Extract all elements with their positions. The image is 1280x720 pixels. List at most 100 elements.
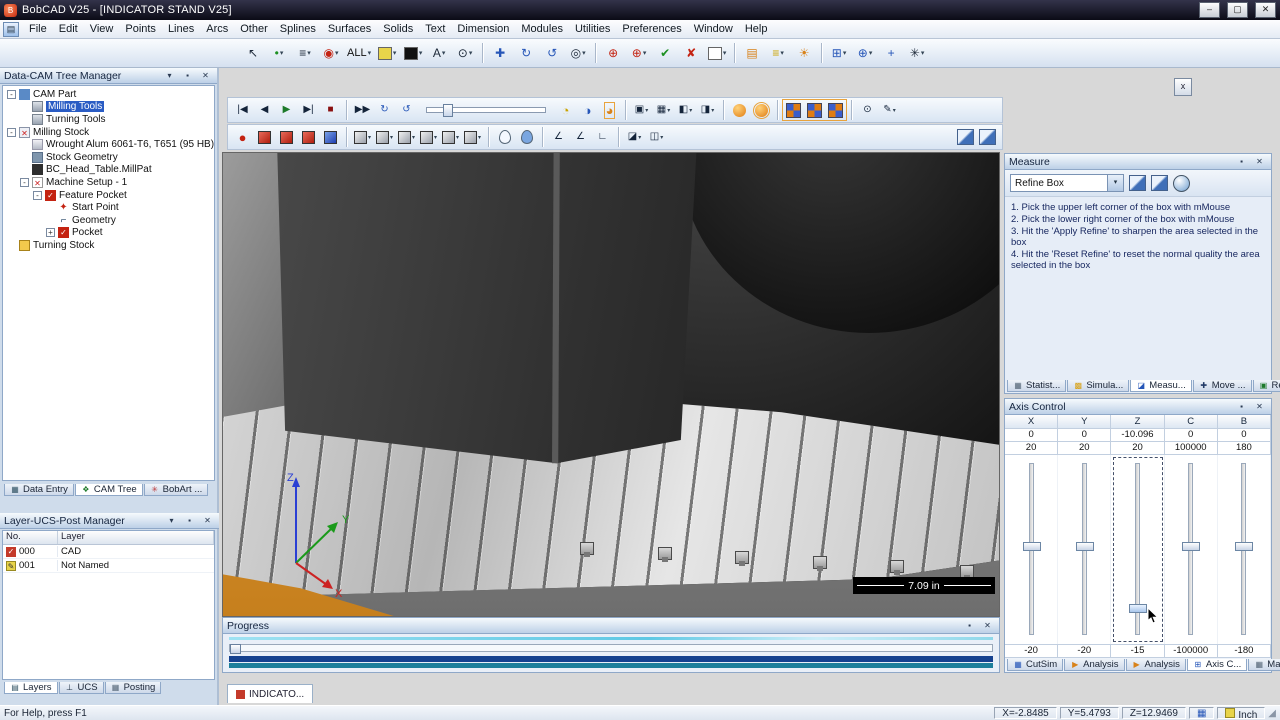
tree-item-geometry[interactable]: ⌐ Geometry [3, 214, 214, 227]
slider-track[interactable] [1235, 463, 1254, 635]
document-tab[interactable]: INDICATO... [227, 684, 314, 703]
slope-measure-button[interactable]: ∠ [570, 127, 591, 147]
show-stock-button[interactable]: ● [232, 127, 253, 147]
menu-surfaces[interactable]: Surfaces [322, 21, 377, 37]
lighting-button[interactable]: ☀ [791, 42, 817, 64]
menu-view[interactable]: View [84, 21, 120, 37]
tab-bobart[interactable]: ✳ BobArt ... [143, 484, 209, 496]
section-plane-button[interactable]: ◫ ▾ [646, 127, 667, 147]
apply-refine-button[interactable] [804, 100, 825, 120]
col-layer[interactable]: Layer [58, 531, 214, 544]
angle-measure-button[interactable]: ∠ [548, 127, 569, 147]
layer-row-000[interactable]: ✓ 000 CAD [3, 545, 214, 559]
view-iso-button[interactable]: ▾ [352, 127, 373, 147]
entity-filter-button[interactable]: ≡ ▾ [292, 42, 318, 64]
go-to-start-button[interactable]: |◀ [232, 100, 253, 120]
accept-button[interactable]: ✔ [652, 42, 678, 64]
pin-icon[interactable]: ▪ [962, 619, 977, 633]
fit-view-button[interactable]: ◎ ▾ [565, 42, 591, 64]
view-top-button[interactable]: ▾ [374, 127, 395, 147]
refine-mode-dropdown[interactable]: Refine Box ▾ [1010, 174, 1124, 192]
pin-icon[interactable]: ▪ [1234, 400, 1249, 414]
tab-cam-tree[interactable]: ❖ CAM Tree [74, 484, 143, 496]
expander[interactable]: - [7, 127, 16, 137]
ucs-origin-button[interactable]: ⊕ [600, 42, 626, 64]
menu-points[interactable]: Points [119, 21, 162, 37]
close-panel-icon[interactable]: ✕ [1252, 400, 1267, 414]
capture-button[interactable] [1173, 174, 1190, 192]
menu-dimension[interactable]: Dimension [451, 21, 515, 37]
coolant-off-button[interactable] [494, 127, 515, 147]
ucs-axes-button[interactable]: ⊕ ▾ [626, 42, 652, 64]
menu-text[interactable]: Text [419, 21, 451, 37]
tree-item-milling-stock[interactable]: - ✕ Milling Stock [3, 126, 214, 139]
coolant-on-button[interactable] [516, 127, 537, 147]
replay-button[interactable]: ↺ [396, 100, 417, 120]
pin-icon[interactable]: ▪ [180, 69, 195, 83]
viewport-3d[interactable]: Z Y X 7.09 in [222, 152, 1000, 617]
speed-slider[interactable] [426, 104, 546, 117]
hatch-button[interactable]: ≡ ▾ [765, 42, 791, 64]
status-units[interactable]: Inch [1217, 707, 1266, 720]
layer-edit-icon[interactable]: ✎ [6, 560, 16, 571]
tab-report[interactable]: ▣Report [1252, 380, 1280, 392]
sim-record-button[interactable]: ▦ ▾ [653, 100, 674, 120]
tab-machine[interactable]: ▦Machi... [1248, 659, 1280, 671]
resize-grip[interactable]: ◢ [1268, 708, 1276, 719]
go-to-end-button[interactable]: ▶| [298, 100, 319, 120]
tool-quality-high-button[interactable] [751, 100, 772, 120]
tab-posting[interactable]: ▦ Posting [104, 682, 162, 694]
speed-slider-handle[interactable] [443, 104, 453, 117]
compare-button[interactable] [955, 127, 976, 147]
expander[interactable]: - [20, 177, 29, 187]
point-snap-button[interactable]: • ▾ [266, 42, 292, 64]
menu-arcs[interactable]: Arcs [200, 21, 234, 37]
tree-item-turning-stock[interactable]: Turning Stock [3, 239, 214, 252]
reset-refine-button[interactable] [1151, 175, 1168, 191]
axis-x-handle[interactable] [1022, 542, 1041, 551]
layer-visible-icon[interactable]: ✓ [6, 546, 16, 557]
entity-snap-button[interactable]: ⊕ ▾ [852, 42, 878, 64]
menu-edit[interactable]: Edit [53, 21, 84, 37]
pan-view-button[interactable]: ✚ [487, 42, 513, 64]
corner-measure-button[interactable]: ∟ [592, 127, 613, 147]
tab-simulation[interactable]: ▩ Simula... [1067, 380, 1130, 392]
inspect-zoom-button[interactable]: ⊙ [857, 100, 878, 120]
target-solid-button[interactable] [320, 127, 341, 147]
slider-track[interactable] [1182, 463, 1201, 635]
minimize-button[interactable]: – [1199, 2, 1220, 18]
slider-track[interactable] [1128, 463, 1147, 635]
play-button[interactable]: ▶ [276, 100, 297, 120]
close-panel-icon[interactable]: ✕ [1252, 155, 1267, 169]
close-panel-icon[interactable]: ✕ [198, 69, 213, 83]
tree-item-milling-tools[interactable]: Milling Tools [3, 101, 214, 114]
tool-quality-low-button[interactable] [729, 100, 750, 120]
menu-splines[interactable]: Splines [274, 21, 322, 37]
apply-refine-button[interactable] [1129, 175, 1146, 191]
axis-y-handle[interactable] [1075, 542, 1094, 551]
tree-item-cam-part[interactable]: - CAM Part [3, 88, 214, 101]
col-no[interactable]: No. [3, 531, 58, 544]
tree-item-machine-setup[interactable]: - ✕ Machine Setup - 1 [3, 176, 214, 189]
dock-menu-icon[interactable]: ▾ [162, 69, 177, 83]
axis-y-slider[interactable] [1058, 455, 1112, 644]
slider-track[interactable] [1022, 463, 1041, 635]
view-right-button[interactable]: ▾ [418, 127, 439, 147]
view-front-button[interactable]: ▾ [396, 127, 417, 147]
document-icon[interactable]: ▤ [3, 21, 19, 37]
layer-row-001[interactable]: ✎ 001 Not Named [3, 559, 214, 573]
grid-snap-button[interactable]: ⊞ ▾ [826, 42, 852, 64]
sim-display-button[interactable]: ◧ ▾ [675, 100, 696, 120]
text-attributes-button[interactable]: A ▾ [426, 42, 452, 64]
tab-ucs[interactable]: ⊥ UCS [58, 682, 104, 694]
speed-slow-button[interactable]: ◔ [555, 100, 576, 120]
color-swatch-button[interactable]: ▾ [374, 42, 400, 64]
cancel-button[interactable]: ✘ [678, 42, 704, 64]
select-tool-button[interactable]: ↖ [240, 42, 266, 64]
sim-report-button[interactable]: ▣ ▾ [631, 100, 652, 120]
step-back-button[interactable]: ◀ [254, 100, 275, 120]
axis-c-slider[interactable] [1165, 455, 1218, 644]
tab-data-entry[interactable]: ▦ Data Entry [4, 484, 74, 496]
bobart-tools-button[interactable]: ▤ [739, 42, 765, 64]
expander[interactable]: + [46, 228, 55, 238]
